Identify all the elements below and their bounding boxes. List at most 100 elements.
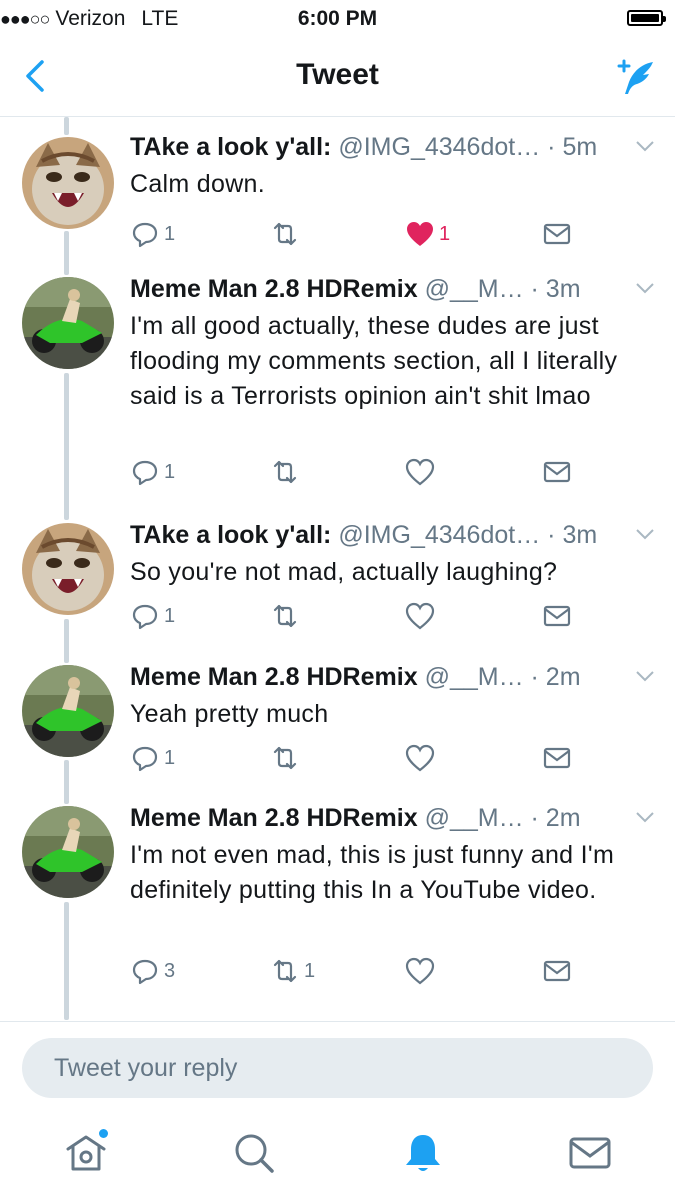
tab-messages[interactable] <box>566 1129 614 1177</box>
tweet-text: Calm down. <box>130 170 265 198</box>
like-count: 1 <box>439 222 451 245</box>
chevron-down-icon[interactable] <box>635 281 655 295</box>
tweet-actions: 1 <box>130 455 580 489</box>
notifications-bell-icon <box>406 1135 440 1171</box>
compose-tweet-button[interactable] <box>613 56 657 100</box>
avatar[interactable] <box>22 523 114 615</box>
motorcycle-avatar-image <box>22 665 114 757</box>
tweet-actions: 1 <box>130 741 580 775</box>
retweet-button[interactable] <box>270 599 304 633</box>
chevron-down-icon[interactable] <box>635 669 655 683</box>
reply-icon <box>132 746 158 772</box>
retweet-button[interactable] <box>270 741 304 775</box>
avatar[interactable] <box>22 277 114 369</box>
tweet[interactable]: Meme Man 2.8 HDRemix @__M… · 2m Yeah pre… <box>0 647 675 788</box>
reply-icon <box>132 959 158 985</box>
share-dm-button[interactable] <box>542 954 572 988</box>
heart-icon <box>405 957 435 985</box>
tweet[interactable]: TAke a look y'all: @IMG_4346dot… · 5m Ca… <box>0 117 675 259</box>
page-title: Tweet <box>296 58 379 91</box>
reply-button[interactable]: 1 <box>130 455 175 489</box>
avatar[interactable] <box>22 806 114 898</box>
like-button[interactable] <box>405 741 439 775</box>
reply-button[interactable]: 3 <box>130 954 175 988</box>
status-time: 6:00 PM <box>297 7 378 30</box>
retweet-icon <box>273 604 297 628</box>
search-icon <box>235 1134 274 1173</box>
retweet-icon <box>273 959 297 983</box>
motorcycle-avatar-image <box>22 806 114 898</box>
tweet[interactable]: TAke a look y'all: @IMG_4346dot… · 3m So… <box>0 505 675 647</box>
reply-button[interactable]: 1 <box>130 599 175 633</box>
author-handle[interactable]: @IMG_4346dot… <box>338 133 540 161</box>
like-button[interactable]: 1 <box>405 217 450 251</box>
tweet-actions: 3 1 <box>130 954 580 988</box>
retweet-icon <box>273 460 297 484</box>
like-button[interactable] <box>405 599 439 633</box>
retweet-icon <box>273 222 297 246</box>
reply-button[interactable]: 1 <box>130 741 175 775</box>
tab-bar <box>0 1121 675 1200</box>
reply-button[interactable]: 1 <box>130 217 175 251</box>
reply-count: 1 <box>164 604 176 627</box>
tweet-header: Meme Man 2.8 HDRemix @__M… · 2m <box>130 802 655 834</box>
retweet-button[interactable] <box>270 217 304 251</box>
tweet-time: · 5m <box>547 133 598 161</box>
tweet[interactable]: Meme Man 2.8 HDRemix @__M… · 3m I'm all … <box>0 259 675 505</box>
chevron-down-icon[interactable] <box>635 139 655 153</box>
tweet-time: · 3m <box>547 521 598 549</box>
author-name[interactable]: TAke a look y'all: <box>130 133 331 161</box>
tweet[interactable]: Meme Man 2.8 HDRemix @__M… · 2m I'm not … <box>0 788 675 1021</box>
tab-home[interactable] <box>62 1129 110 1177</box>
retweet-icon <box>273 746 297 770</box>
avatar[interactable] <box>22 137 114 229</box>
author-handle[interactable]: @__M… <box>425 275 524 303</box>
battery-icon <box>627 10 666 26</box>
reply-count: 1 <box>164 222 176 245</box>
tweet-text: I'm all good actually, these dudes are j… <box>130 312 618 410</box>
author-handle[interactable]: @__M… <box>425 804 524 832</box>
retweet-button[interactable] <box>270 455 304 489</box>
cat-avatar-image <box>22 137 114 229</box>
envelope-icon <box>543 223 571 245</box>
tweet-header: TAke a look y'all: @IMG_4346dot… · 5m <box>130 131 655 163</box>
tweet-time: · 3m <box>530 275 581 303</box>
chevron-down-icon[interactable] <box>635 810 655 824</box>
tweet-thread[interactable]: TAke a look y'all: @IMG_4346dot… · 5m Ca… <box>0 117 675 1021</box>
retweet-button[interactable]: 1 <box>270 954 315 988</box>
heart-icon <box>405 458 435 486</box>
tweet-text: So you're not mad, actually laughing? <box>130 558 558 586</box>
tweet-header: Meme Man 2.8 HDRemix @__M… · 2m <box>130 661 655 693</box>
author-name[interactable]: Meme Man 2.8 HDRemix <box>130 804 418 832</box>
envelope-icon <box>543 747 571 769</box>
like-button[interactable] <box>405 954 439 988</box>
cat-avatar-image <box>22 523 114 615</box>
tweet-time: · 2m <box>530 663 581 691</box>
avatar[interactable] <box>22 665 114 757</box>
reply-input[interactable]: Tweet your reply <box>22 1038 653 1098</box>
heart-icon <box>405 744 435 772</box>
reply-count: 3 <box>164 959 176 982</box>
reply-count: 1 <box>164 746 176 769</box>
share-dm-button[interactable] <box>542 455 572 489</box>
share-dm-button[interactable] <box>542 599 572 633</box>
author-name[interactable]: Meme Man 2.8 HDRemix <box>130 275 418 303</box>
reply-count: 1 <box>164 460 176 483</box>
tweet-header: Meme Man 2.8 HDRemix @__M… · 3m <box>130 273 655 305</box>
share-dm-button[interactable] <box>542 741 572 775</box>
chevron-down-icon[interactable] <box>635 527 655 541</box>
reply-icon <box>132 222 158 248</box>
like-button[interactable] <box>405 455 439 489</box>
reply-bar: Tweet your reply <box>0 1021 675 1122</box>
tweet-text: I'm not even mad, this is just funny and… <box>130 841 615 904</box>
retweet-count: 1 <box>304 959 316 982</box>
share-dm-button[interactable] <box>542 217 572 251</box>
heart-icon <box>405 602 435 630</box>
tab-search[interactable] <box>230 1129 278 1177</box>
author-handle[interactable]: @__M… <box>425 663 524 691</box>
tab-notifications[interactable] <box>399 1129 447 1177</box>
author-handle[interactable]: @IMG_4346dot… <box>338 521 540 549</box>
tweet-header: TAke a look y'all: @IMG_4346dot… · 3m <box>130 519 655 551</box>
author-name[interactable]: TAke a look y'all: <box>130 521 331 549</box>
author-name[interactable]: Meme Man 2.8 HDRemix <box>130 663 418 691</box>
